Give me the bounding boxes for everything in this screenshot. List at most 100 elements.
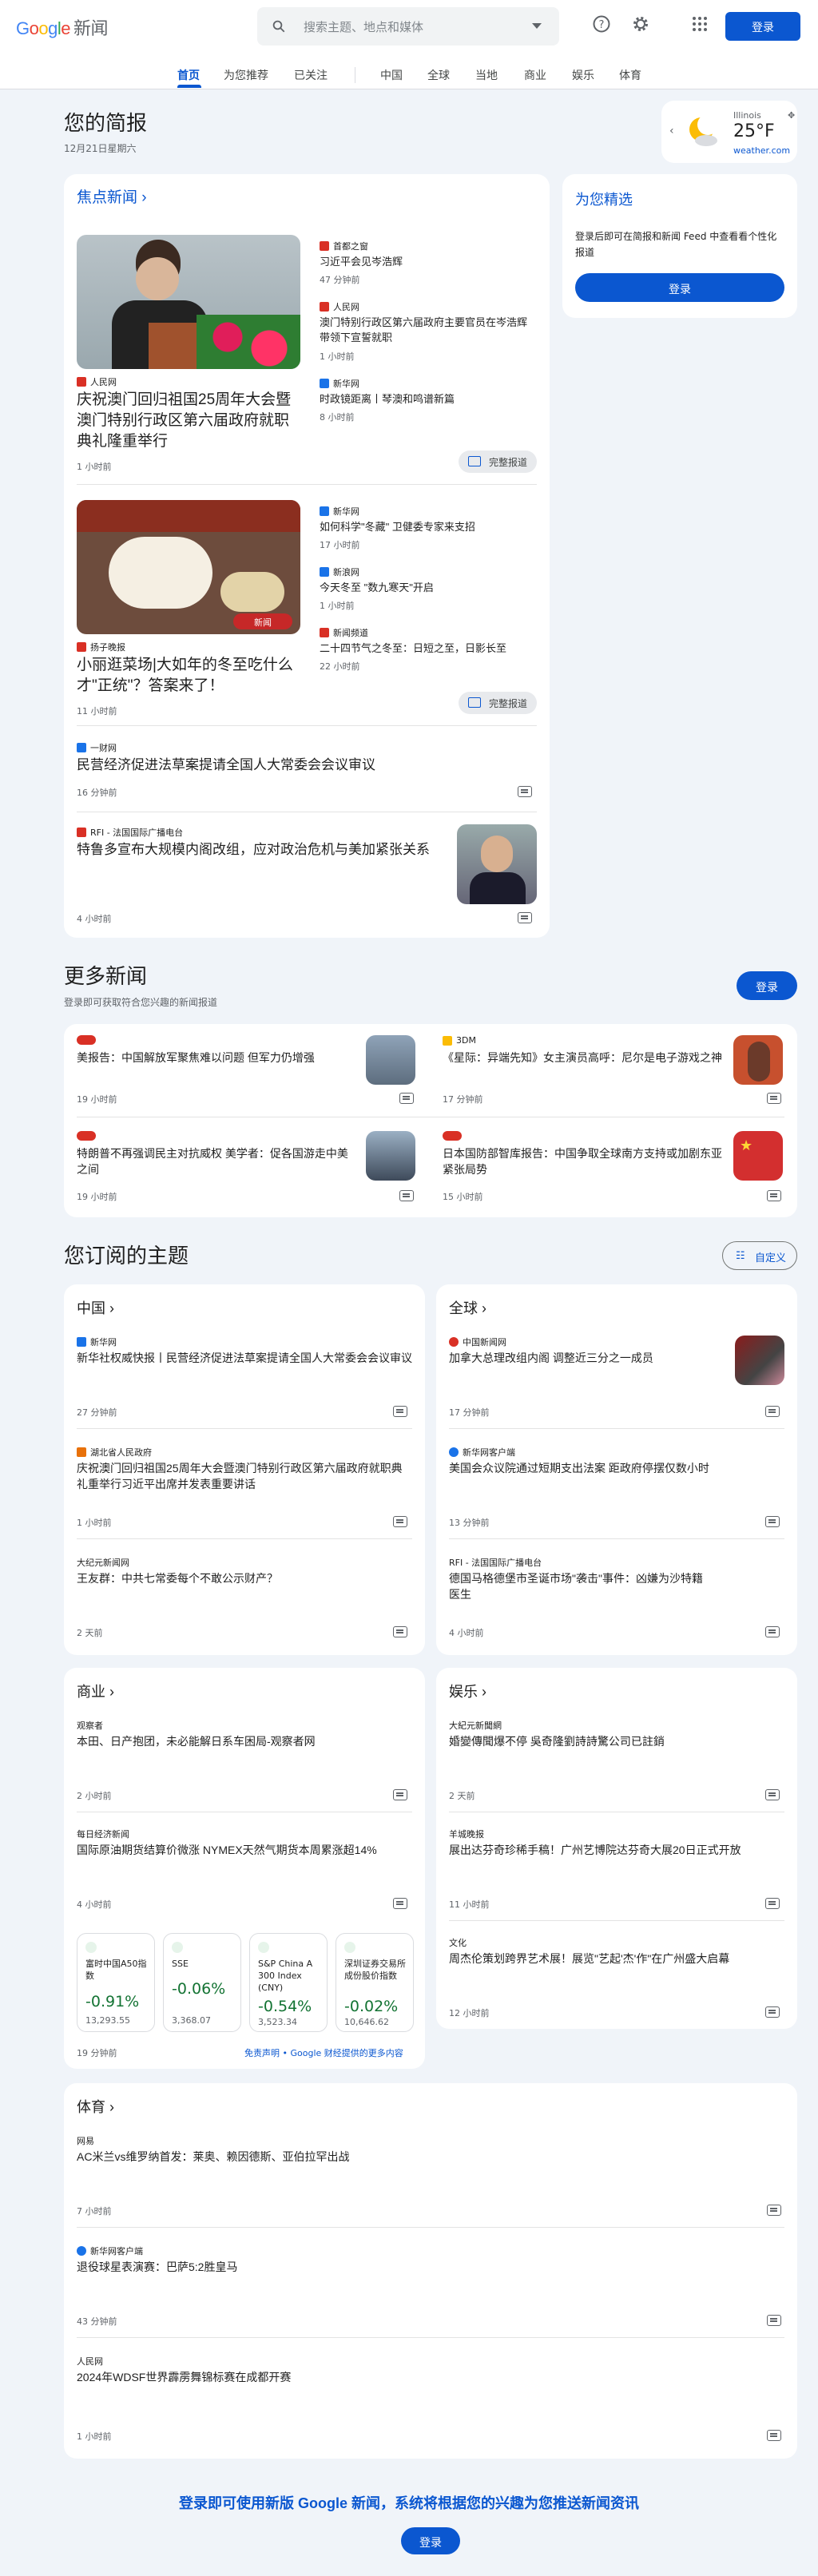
story1-headline[interactable]: 庆祝澳门回归祖国25周年大会暨澳门特别行政区第六届政府就职典礼隆重举行	[77, 390, 304, 452]
story4-image[interactable]	[457, 824, 537, 904]
tab-for-you[interactable]: 为您推荐	[224, 67, 268, 83]
story1-side1-headline[interactable]: 习近平会见岑浩辉	[320, 254, 537, 269]
china3-headline[interactable]: 王友群：中共七常委每个不敢公示财产？	[77, 1570, 412, 1586]
full-coverage-icon[interactable]	[767, 2205, 781, 2216]
finance-disclaimer-link[interactable]: 免责声明 • Google 财经提供的更多内容	[244, 2046, 403, 2059]
story2-side2-source[interactable]: 新浪网	[320, 566, 359, 578]
more2-source[interactable]: 3DM	[443, 1035, 476, 1046]
weather-settings-icon[interactable]: ✥	[788, 110, 795, 121]
sports3-source[interactable]: 人民网	[77, 2355, 103, 2368]
story3-headline[interactable]: 民营经济促进法草案提请全国人大常委会会议审议	[77, 756, 524, 775]
biz1-source[interactable]: 观察者	[77, 1719, 103, 1732]
tab-following[interactable]: 已关注	[294, 67, 328, 83]
full-coverage-icon[interactable]	[765, 1898, 780, 1909]
full-coverage-icon[interactable]	[765, 1789, 780, 1800]
more1-image[interactable]	[366, 1035, 415, 1085]
china2-source[interactable]: 湖北省人民政府	[77, 1446, 152, 1459]
more3-image[interactable]	[366, 1131, 415, 1181]
full-coverage-icon[interactable]	[518, 786, 532, 797]
settings-gear-icon[interactable]	[631, 14, 650, 34]
world3-source[interactable]: RFI - 法国国际广播电台	[449, 1556, 542, 1569]
story2-side2-headline[interactable]: 今天冬至 "数九寒天"开启	[320, 580, 537, 595]
world1-source[interactable]: 中国新闻网	[449, 1336, 506, 1348]
ent1-source[interactable]: 大紀元新聞網	[449, 1719, 502, 1732]
more4-image[interactable]: ★	[733, 1131, 783, 1181]
story1-source[interactable]: 人民网	[77, 375, 117, 388]
story2-side1-headline[interactable]: 如何科学"冬藏" 卫健委专家来支招	[320, 519, 537, 534]
biz1-headline[interactable]: 本田、日产抱团，未必能解日系车困局-观察者网	[77, 1733, 412, 1749]
more4-headline[interactable]: 日本国防部智库报告：中国争取全球南方支持或加剧东亚紧张局势	[443, 1145, 722, 1177]
tab-sports[interactable]: 体育	[619, 67, 641, 83]
topic-business-heading[interactable]: 商业 ›	[77, 1681, 114, 1701]
story4-headline[interactable]: 特鲁多宣布大规模内阁改组，应对政治危机与美加紧张关系	[77, 840, 444, 859]
more-news-signin-button[interactable]: 登录	[737, 971, 797, 1000]
sports1-headline[interactable]: AC米兰vs维罗纳首发：莱奥、赖因德斯、亚伯拉罕出战	[77, 2149, 780, 2165]
story1-image[interactable]	[77, 235, 300, 369]
sports1-source[interactable]: 网易	[77, 2134, 94, 2147]
full-coverage-icon[interactable]	[765, 1626, 780, 1637]
topic-china-heading[interactable]: 中国 ›	[77, 1297, 114, 1318]
search-options-icon[interactable]	[532, 23, 542, 29]
story1-side1-source[interactable]: 首都之窗	[320, 240, 368, 252]
ent3-headline[interactable]: 周杰伦策划跨界艺术展！展览"艺起'杰'作"在广州盛大启幕	[449, 1951, 784, 1967]
topic-sports-heading[interactable]: 体育 ›	[77, 2096, 114, 2117]
full-coverage-icon[interactable]	[399, 1190, 414, 1201]
ent2-source[interactable]: 羊城晚报	[449, 1828, 484, 1840]
story2-image[interactable]: 新闻	[77, 500, 300, 634]
more4-source[interactable]	[443, 1131, 466, 1141]
sports2-source[interactable]: 新华网客户端	[77, 2245, 143, 2257]
china1-headline[interactable]: 新华社权威快报丨民营经济促进法草案提请全国人大常委会会议审议	[77, 1350, 412, 1366]
sports2-headline[interactable]: 退役球星表演赛：巴萨5:2胜皇马	[77, 2259, 780, 2275]
customize-button[interactable]: ☷ 自定义	[722, 1241, 797, 1270]
story1-full-coverage-button[interactable]: 完整报道	[459, 451, 538, 473]
google-news-logo[interactable]: Google 新闻	[16, 14, 109, 40]
more3-source[interactable]	[77, 1131, 100, 1141]
tab-world[interactable]: 全球	[427, 67, 450, 83]
world1-image[interactable]	[735, 1336, 784, 1385]
apps-grid-icon[interactable]	[690, 14, 709, 34]
footer-signin-button[interactable]: 登录	[401, 2527, 460, 2554]
stock-card-sp-china-a300[interactable]: S&P China A 300 Index (CNY) -0.54% 3,523.3…	[249, 1933, 328, 2032]
weather-prev-icon[interactable]: ‹	[669, 125, 674, 137]
full-coverage-icon[interactable]	[393, 1406, 407, 1417]
stock-card-szse-component[interactable]: 深圳证券交易所成份股价指数 -0.02% 10,646.62	[336, 1933, 414, 2032]
story2-side3-headline[interactable]: 二十四节气之冬至：日短之至，日影长至	[320, 641, 537, 656]
china1-source[interactable]: 新华网	[77, 1336, 117, 1348]
biz2-source[interactable]: 每日经济新闻	[77, 1828, 129, 1840]
topic-world-heading[interactable]: 全球 ›	[449, 1297, 486, 1318]
story2-side3-source[interactable]: 新闻频道	[320, 626, 368, 639]
weather-source-link[interactable]: weather.com	[733, 145, 790, 156]
full-coverage-icon[interactable]	[767, 2315, 781, 2326]
story3-source[interactable]: 一财网	[77, 741, 117, 754]
stock-card-sse[interactable]: SSE -0.06% 3,368.07	[163, 1933, 241, 2032]
full-coverage-icon[interactable]	[399, 1093, 414, 1104]
more1-source[interactable]	[77, 1035, 100, 1045]
full-coverage-icon[interactable]	[393, 1789, 407, 1800]
full-coverage-icon[interactable]	[767, 1190, 781, 1201]
tab-china[interactable]: 中国	[380, 67, 403, 83]
china2-headline[interactable]: 庆祝澳门回归祖国25周年大会暨澳门特别行政区第六届政府就职典礼重举行习近平出席并…	[77, 1460, 412, 1492]
more1-headline[interactable]: 美报告：中国解放军聚焦难以问题 但军力仍增强	[77, 1050, 404, 1066]
tab-home[interactable]: 首页	[177, 67, 200, 83]
world3-headline[interactable]: 德国马格德堡市圣诞市场"袭击"事件：凶嫌为沙特籍医生	[449, 1570, 705, 1602]
ent2-headline[interactable]: 展出达芬奇珍稀手稿！广州艺博院达芬奇大展20日正式开放	[449, 1842, 784, 1858]
topic-entertainment-heading[interactable]: 娱乐 ›	[449, 1681, 486, 1701]
help-icon[interactable]: ?	[592, 14, 611, 34]
story2-full-coverage-button[interactable]: 完整报道	[459, 692, 538, 714]
world2-source[interactable]: 新华网客户端	[449, 1446, 515, 1459]
story2-headline[interactable]: 小丽逛菜场|大如年的冬至吃什么才"正统"？答案来了！	[77, 655, 304, 697]
world2-headline[interactable]: 美国会众议院通过短期支出法案 距政府停摆仅数小时	[449, 1460, 784, 1476]
biz2-headline[interactable]: 国际原油期货结算价微涨 NYMEX天然气期货本周累涨超14%	[77, 1842, 412, 1858]
full-coverage-icon[interactable]	[767, 1093, 781, 1104]
story1-side3-source[interactable]: 新华网	[320, 377, 359, 390]
story2-side1-source[interactable]: 新华网	[320, 505, 359, 518]
weather-card[interactable]: ‹ Illinois 25°F weather.com ✥	[661, 101, 797, 163]
ent1-headline[interactable]: 婚變傳聞爆不停 吳奇隆劉詩詩驚公司已註銷	[449, 1733, 784, 1749]
top-stories-heading[interactable]: 焦点新闻 ›	[77, 185, 147, 207]
tab-business[interactable]: 商业	[524, 67, 546, 83]
more3-headline[interactable]: 特朗普不再强调民主对抗威权 美学者：促各国游走中美之间	[77, 1145, 348, 1177]
tab-entertainment[interactable]: 娱乐	[572, 67, 594, 83]
search-box[interactable]: 搜索主题、地点和媒体	[257, 7, 559, 46]
full-coverage-icon[interactable]	[518, 912, 532, 923]
full-coverage-icon[interactable]	[765, 2006, 780, 2018]
